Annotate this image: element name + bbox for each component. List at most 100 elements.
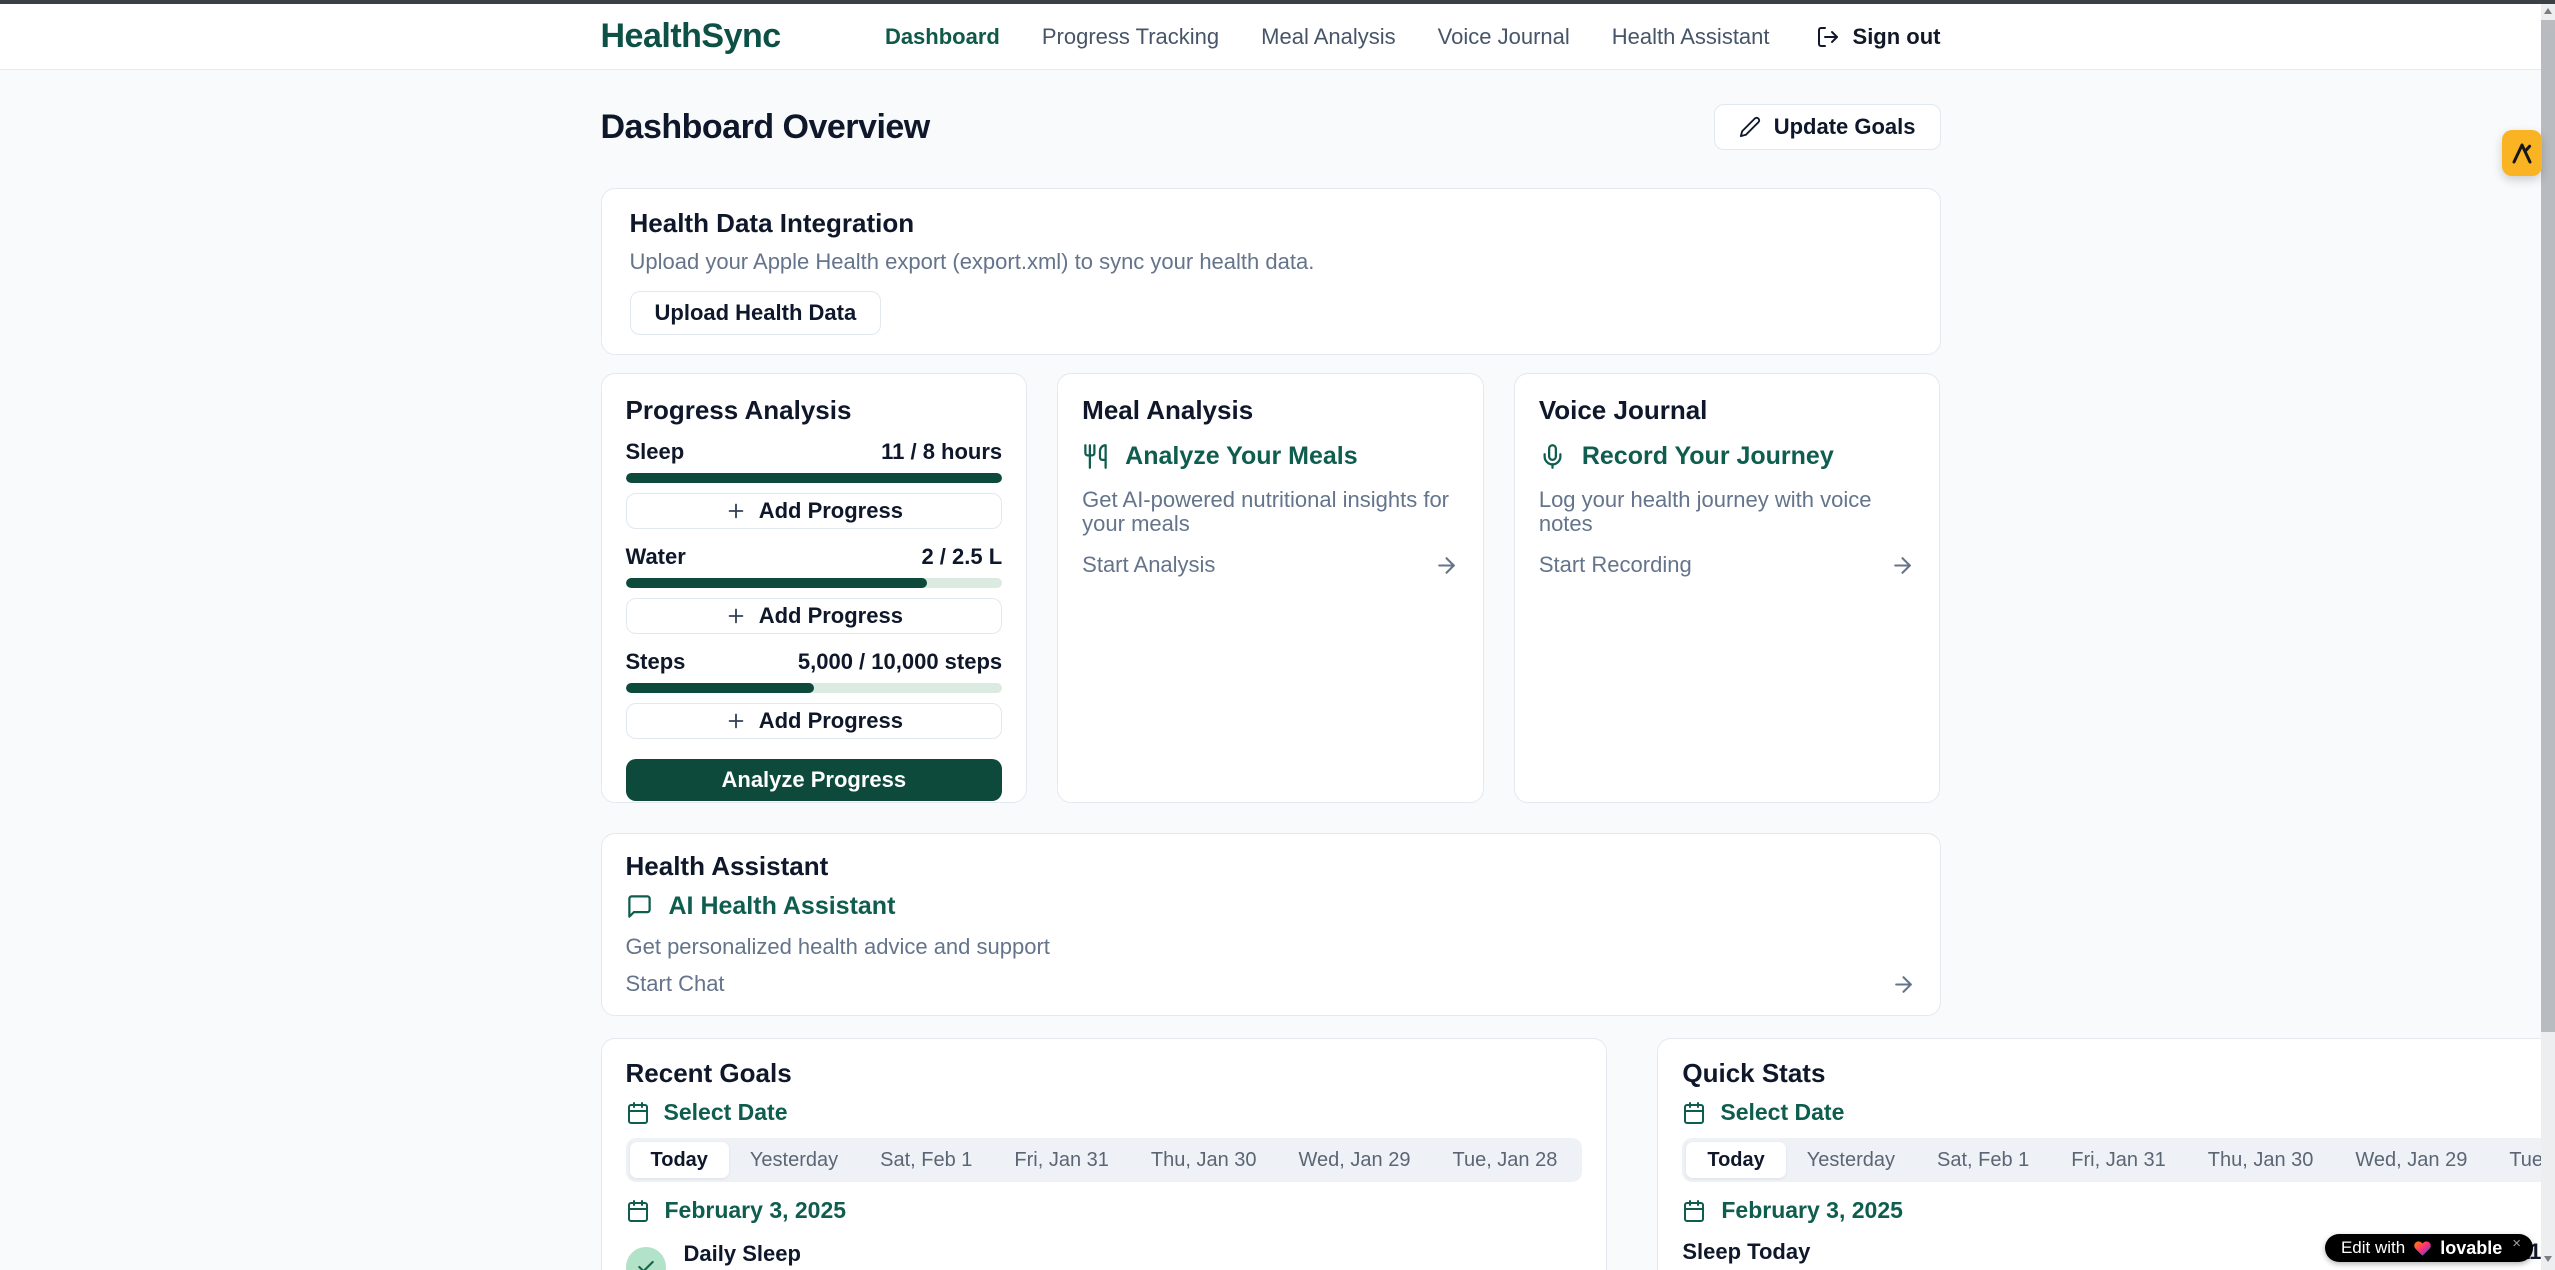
arrow-right-icon [1890,553,1915,578]
ai-health-assistant-link[interactable]: AI Health Assistant [626,892,1916,921]
recent-goals-select-date[interactable]: Select Date [626,1099,1583,1126]
analyze-progress-button[interactable]: Analyze Progress [626,759,1003,801]
health-assistant-title: Health Assistant [626,852,1916,880]
metric-water-value: 2 / 2.5 L [921,545,1002,569]
goal-item-daily-sleep: Daily Sleep 11 / 8 hours [626,1241,1583,1270]
add-sleep-progress-button[interactable]: Add Progress [626,493,1003,529]
page-scrollbar[interactable] [2541,0,2555,1270]
scrollbar-up-arrow[interactable] [2544,8,2552,14]
quick-stats-date-tabs: Today Yesterday Sat, Feb 1 Fri, Jan 31 T… [1682,1138,2555,1182]
app-header: HealthSync Dashboard Progress Tracking M… [0,4,2541,70]
calendar-icon [1682,1101,1706,1125]
arrow-right-icon [1434,553,1459,578]
nav-item-progress-tracking[interactable]: Progress Tracking [1042,24,1219,50]
quick-stats-title: Quick Stats [1682,1059,2555,1087]
heart-icon [2413,1239,2432,1258]
recent-goals-current-date[interactable]: February 3, 2025 [626,1197,1583,1224]
plus-icon [725,500,747,522]
tab-fri-jan-31[interactable]: Fri, Jan 31 [993,1142,1129,1178]
health-data-integration-card: Health Data Integration Upload your Appl… [601,188,1941,355]
tab-today[interactable]: Today [1686,1142,1785,1178]
metric-steps-value: 5,000 / 10,000 steps [798,650,1002,674]
chat-bubble-icon [626,893,653,920]
metric-water-label: Water [626,545,686,569]
voice-journal-description: Log your health journey with voice notes [1539,488,1916,536]
start-recording-link[interactable]: Start Recording [1539,552,1916,578]
plus-icon [725,710,747,732]
sign-out-button[interactable]: Sign out [1816,24,1941,50]
metric-steps: Steps 5,000 / 10,000 steps Add Progress [626,650,1003,739]
tab-today[interactable]: Today [630,1142,729,1178]
integration-title: Health Data Integration [630,209,1912,237]
update-goals-button[interactable]: Update Goals [1714,104,1941,150]
record-your-journey-link[interactable]: Record Your Journey [1539,442,1916,471]
metric-sleep: Sleep 11 / 8 hours Add Progress [626,440,1003,529]
app-logo[interactable]: HealthSync [601,17,781,56]
sign-out-label: Sign out [1853,24,1941,50]
tab-fri-jan-31[interactable]: Fri, Jan 31 [2050,1142,2186,1178]
tab-thu-jan-30[interactable]: Thu, Jan 30 [2187,1142,2335,1178]
utensils-icon [1082,443,1109,470]
badge-brand: lovable [2440,1238,2502,1259]
nav-item-meal-analysis[interactable]: Meal Analysis [1261,24,1396,50]
nav-item-health-assistant[interactable]: Health Assistant [1612,24,1770,50]
tab-tue-jan-28[interactable]: Tue, Jan 28 [1431,1142,1578,1178]
add-water-progress-button[interactable]: Add Progress [626,598,1003,634]
arrow-right-icon [1891,972,1916,997]
badge-close-icon[interactable]: × [2512,1235,2521,1252]
lovable-logo-icon [2508,139,2536,167]
calendar-icon [626,1199,650,1223]
edit-with-lovable-badge[interactable]: Edit with lovable × [2325,1234,2533,1262]
recent-goals-card: Recent Goals Select Date Today Yesterday… [601,1038,1608,1270]
recent-goals-date-tabs: Today Yesterday Sat, Feb 1 Fri, Jan 31 T… [626,1138,1583,1182]
pencil-icon [1739,116,1761,138]
tab-yesterday[interactable]: Yesterday [1786,1142,1916,1178]
tab-sat-feb-1[interactable]: Sat, Feb 1 [859,1142,993,1178]
start-analysis-link[interactable]: Start Analysis [1082,552,1459,578]
voice-journal-card: Voice Journal Record Your Journey Log yo… [1514,373,1941,803]
upload-health-data-button[interactable]: Upload Health Data [630,291,882,335]
goal-completed-badge [626,1247,666,1270]
nav-item-voice-journal[interactable]: Voice Journal [1438,24,1570,50]
nav-item-dashboard[interactable]: Dashboard [885,24,1000,50]
steps-progress-bar [626,683,1003,693]
start-chat-link[interactable]: Start Chat [626,971,1916,997]
window-top-strip [0,0,2555,4]
water-progress-bar [626,578,1003,588]
analyze-your-meals-link[interactable]: Analyze Your Meals [1082,442,1459,471]
metric-water: Water 2 / 2.5 L Add Progress [626,545,1003,634]
lovable-fab-button[interactable] [2502,130,2542,176]
progress-analysis-title: Progress Analysis [626,396,1003,424]
progress-analysis-card: Progress Analysis Sleep 11 / 8 hours Add… [601,373,1028,803]
integration-description: Upload your Apple Health export (export.… [630,250,1912,274]
page-viewport: HealthSync Dashboard Progress Tracking M… [0,0,2541,1270]
tab-sat-feb-1[interactable]: Sat, Feb 1 [1916,1142,2050,1178]
voice-journal-title: Voice Journal [1539,396,1916,424]
metric-sleep-label: Sleep [626,440,685,464]
page-title: Dashboard Overview [601,108,930,147]
main-nav: Dashboard Progress Tracking Meal Analysi… [885,24,1941,50]
sleep-progress-bar [626,473,1003,483]
meal-analysis-title: Meal Analysis [1082,396,1459,424]
microphone-icon [1539,443,1566,470]
metric-steps-label: Steps [626,650,686,674]
tab-yesterday[interactable]: Yesterday [729,1142,859,1178]
add-steps-progress-button[interactable]: Add Progress [626,703,1003,739]
water-progress-fill [626,578,927,588]
scrollbar-down-arrow[interactable] [2544,1256,2552,1262]
meal-analysis-card: Meal Analysis Analyze Your Meals Get AI-… [1057,373,1484,803]
log-out-icon [1816,25,1840,49]
sleep-today-label: Sleep Today [1682,1240,1810,1264]
metric-sleep-value: 11 / 8 hours [881,440,1002,464]
tab-wed-jan-29[interactable]: Wed, Jan 29 [1278,1142,1432,1178]
tab-wed-jan-29[interactable]: Wed, Jan 29 [2334,1142,2488,1178]
scrollbar-thumb[interactable] [2541,20,2555,1032]
health-assistant-card: Health Assistant AI Health Assistant Get… [601,833,1941,1016]
tab-thu-jan-30[interactable]: Thu, Jan 30 [1130,1142,1278,1178]
badge-prefix: Edit with [2341,1238,2405,1258]
meal-analysis-description: Get AI-powered nutritional insights for … [1082,488,1459,536]
recent-goals-title: Recent Goals [626,1059,1583,1087]
quick-stats-current-date[interactable]: February 3, 2025 [1682,1197,2555,1224]
quick-stats-select-date[interactable]: Select Date [1682,1099,2555,1126]
calendar-icon [1682,1199,1706,1223]
